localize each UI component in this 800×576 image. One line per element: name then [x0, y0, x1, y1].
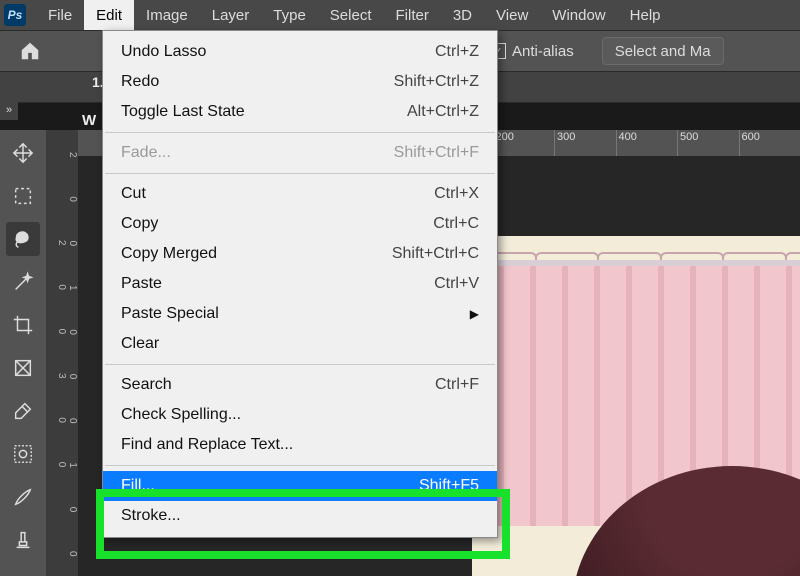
- menu-item-check-spelling[interactable]: Check Spelling...: [103, 400, 497, 430]
- ruler-tick: 500: [677, 130, 739, 156]
- menu-image[interactable]: Image: [134, 0, 200, 30]
- menu-file[interactable]: File: [36, 0, 84, 30]
- menu-item-undo-lasso[interactable]: Undo Lasso Ctrl+Z: [103, 37, 497, 67]
- menu-item-cut[interactable]: Cut Ctrl+X: [103, 179, 497, 209]
- menu-separator: [105, 173, 495, 174]
- home-button[interactable]: [10, 37, 50, 65]
- menu-item-label: Find and Replace Text...: [121, 436, 293, 454]
- crop-icon: [12, 314, 34, 336]
- menu-item-redo[interactable]: Redo Shift+Ctrl+Z: [103, 67, 497, 97]
- menu-item-label: Fade...: [121, 144, 171, 162]
- stamp-icon: [12, 529, 34, 551]
- artwork: [472, 236, 800, 576]
- frame-icon: [12, 357, 34, 379]
- menu-layer[interactable]: Layer: [200, 0, 262, 30]
- menu-item-fill[interactable]: Fill... Shift+F5: [103, 471, 497, 501]
- tool-wand[interactable]: [6, 265, 40, 299]
- menu-item-paste[interactable]: Paste Ctrl+V: [103, 269, 497, 299]
- menu-shortcut: Ctrl+C: [433, 215, 479, 233]
- menu-select[interactable]: Select: [318, 0, 384, 30]
- tool-frame[interactable]: [6, 351, 40, 385]
- menu-shortcut: Shift+F5: [419, 477, 479, 495]
- tool-patch[interactable]: [6, 437, 40, 471]
- menu-item-label: Search: [121, 376, 172, 394]
- marquee-icon: [12, 185, 34, 207]
- submenu-arrow-icon: ▶: [470, 307, 479, 321]
- wand-icon: [12, 271, 34, 293]
- menu-shortcut: Ctrl+X: [434, 185, 479, 203]
- antialias-label: Anti-alias: [512, 43, 574, 60]
- ruler-tick: 600: [739, 130, 800, 156]
- ps-logo-icon: Ps: [4, 4, 26, 26]
- menu-shortcut: Ctrl+Z: [435, 43, 479, 61]
- menu-separator: [105, 364, 495, 365]
- tool-panel: [0, 130, 47, 576]
- menu-shortcut: Ctrl+F: [435, 376, 479, 394]
- menu-item-clear[interactable]: Clear: [103, 329, 497, 359]
- menu-item-copy[interactable]: Copy Ctrl+C: [103, 209, 497, 239]
- menu-filter[interactable]: Filter: [384, 0, 441, 30]
- eyedropper-icon: [12, 400, 34, 422]
- menu-item-search[interactable]: Search Ctrl+F: [103, 370, 497, 400]
- menu-item-label: Copy: [121, 215, 158, 233]
- ruler-tick: 400: [616, 130, 678, 156]
- menu-item-label: Cut: [121, 185, 146, 203]
- brush-icon: [12, 486, 34, 508]
- menu-item-label: Toggle Last State: [121, 103, 245, 121]
- menu-shortcut: Ctrl+V: [434, 275, 479, 293]
- menu-3d[interactable]: 3D: [441, 0, 484, 30]
- lasso-icon: [12, 228, 34, 250]
- menu-shortcut: Shift+Ctrl+C: [392, 245, 479, 263]
- menu-view[interactable]: View: [484, 0, 540, 30]
- menu-item-paste-special[interactable]: Paste Special ▶: [103, 299, 497, 329]
- menu-shortcut: Shift+Ctrl+Z: [394, 73, 479, 91]
- menu-item-copy-merged[interactable]: Copy Merged Shift+Ctrl+C: [103, 239, 497, 269]
- tool-eyedropper[interactable]: [6, 394, 40, 428]
- move-icon: [12, 142, 34, 164]
- menu-shortcut: Shift+Ctrl+F: [394, 144, 479, 162]
- tool-lasso[interactable]: [6, 222, 40, 256]
- tool-crop[interactable]: [6, 308, 40, 342]
- tool-marquee[interactable]: [6, 179, 40, 213]
- menu-item-fade: Fade... Shift+Ctrl+F: [103, 138, 497, 168]
- ruler-tick: 200: [493, 130, 555, 156]
- menu-help[interactable]: Help: [618, 0, 673, 30]
- select-and-mask-button[interactable]: Select and Ma: [602, 37, 724, 65]
- menu-item-label: Stroke...: [121, 507, 181, 525]
- menu-item-label: Copy Merged: [121, 245, 217, 263]
- menu-separator: [105, 465, 495, 466]
- menu-item-label: Paste: [121, 275, 162, 293]
- menu-item-toggle-last-state[interactable]: Toggle Last State Alt+Ctrl+Z: [103, 97, 497, 127]
- menu-item-label: Paste Special: [121, 305, 219, 323]
- antialias-checkbox[interactable]: ✓ Anti-alias: [490, 43, 574, 60]
- menu-separator: [105, 132, 495, 133]
- menubar: Ps FileEditImageLayerTypeSelectFilter3DV…: [0, 0, 800, 31]
- document-tab-prefix: W: [82, 112, 96, 129]
- menu-item-label: Fill...: [121, 477, 155, 495]
- menu-item-find-and-replace-text[interactable]: Find and Replace Text...: [103, 430, 497, 460]
- menu-item-label: Check Spelling...: [121, 406, 241, 424]
- patch-icon: [12, 443, 34, 465]
- menu-item-stroke[interactable]: Stroke...: [103, 501, 497, 531]
- menu-item-label: Clear: [121, 335, 159, 353]
- ruler-tick: 300: [554, 130, 616, 156]
- edit-menu-dropdown: Undo Lasso Ctrl+Z Redo Shift+Ctrl+Z Toggle L…: [102, 30, 498, 538]
- tool-move[interactable]: [6, 136, 40, 170]
- menu-shortcut: Alt+Ctrl+Z: [407, 103, 479, 121]
- menu-item-label: Undo Lasso: [121, 43, 206, 61]
- menu-edit[interactable]: Edit: [84, 0, 134, 30]
- vertical-ruler: 2 0 0 1 0 0 0 1 0 0 2 0 0 3 0 0: [46, 130, 78, 576]
- panel-expand-icon[interactable]: »: [0, 100, 18, 120]
- tool-brush[interactable]: [6, 480, 40, 514]
- menu-type[interactable]: Type: [261, 0, 318, 30]
- menu-window[interactable]: Window: [540, 0, 617, 30]
- menu-item-label: Redo: [121, 73, 159, 91]
- tool-stamp[interactable]: [6, 523, 40, 557]
- home-icon: [19, 40, 41, 62]
